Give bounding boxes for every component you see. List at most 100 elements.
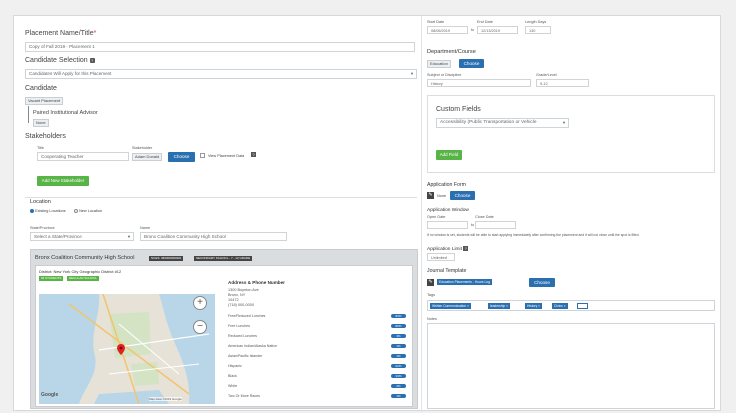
regular-school-badge: REGULAR SCHOOL (67, 276, 100, 281)
application-window-note: If no window is set, students will be ab… (427, 233, 640, 237)
stakeholder-label: Stakeholder (132, 146, 153, 150)
tags-input[interactable]: Written Communication × leadership × His… (427, 300, 715, 311)
state-province-label: State/Province (30, 226, 55, 230)
help-icon[interactable]: ? (463, 246, 469, 251)
stat-row: Two Or More Races 1% (228, 394, 406, 400)
end-date-label: End Date (477, 20, 493, 24)
length-days-label: Length Days (525, 20, 547, 24)
placement-name-input[interactable]: Copy of Fall 2019 - Placement 1 (25, 42, 415, 52)
help-icon[interactable]: ? (251, 152, 256, 157)
custom-fields-select[interactable]: Accessibility (Public Transportation or … (436, 118, 569, 128)
stakeholder-value-tag: Adam Donald (132, 153, 163, 161)
custom-fields-label: Custom Fields (436, 106, 481, 113)
stakeholder-choose-button[interactable]: Choose (168, 152, 195, 162)
map-zoom-in-button[interactable]: + (193, 296, 207, 310)
stat-row: White 2% (228, 384, 406, 390)
advisor-none-tag: None (33, 119, 49, 127)
start-date-input[interactable]: 08/06/2019 (427, 26, 468, 34)
edit-icon[interactable]: ✎ (427, 192, 434, 199)
tree-connector (28, 106, 30, 123)
stat-row: American Indian/Alaska Native 1% (228, 344, 406, 350)
school-name: Bronx Coalition Community High School (35, 255, 135, 261)
stat-row: Reduced Lunches 3% (228, 334, 406, 340)
tag-chip[interactable]: Written Communication × (430, 303, 472, 309)
location-name-label: Name (140, 226, 151, 230)
location-name-input[interactable]: Bronx Coalition Community High School (140, 232, 287, 241)
edit-icon[interactable]: ✎ (427, 279, 434, 286)
add-stakeholder-button[interactable]: Add New Stakeholder (37, 176, 89, 186)
custom-fields-panel: Custom Fields Accessibility (Public Tran… (427, 95, 715, 173)
journal-template-label: Journal Template (427, 268, 467, 274)
stat-row: Asian/Pacific Islander 1% (228, 354, 406, 360)
application-limit-label: Application Limit ? (427, 246, 469, 252)
state-province-select[interactable]: Select a State/Province ▼ (30, 232, 134, 241)
window-separator: to (471, 223, 475, 227)
placement-name-label: Placement Name/Title* (25, 30, 97, 37)
application-limit-input[interactable]: Unlimited (427, 253, 455, 261)
tag-chip[interactable]: Civics × (552, 303, 568, 309)
school-district: District: New York City Geographic Distr… (39, 269, 122, 274)
view-placement-data-checkbox[interactable] (200, 153, 205, 158)
divider (25, 197, 417, 198)
school-type-badge: SECONDARY SCHOOL - 7 - 12 GRADE (194, 256, 253, 261)
department-tag: Education (427, 60, 451, 68)
open-date-input[interactable] (427, 221, 468, 229)
radio-selected-icon (30, 209, 34, 213)
stakeholder-title-input[interactable]: Cooperating Teacher (37, 152, 129, 161)
paired-advisor-label: Paired Institutional Advisor (33, 110, 98, 116)
school-details-panel: District: New York City Geographic Distr… (35, 265, 413, 407)
grade-label: Grade/Level (536, 73, 557, 77)
notes-label: Notes (427, 317, 437, 321)
nces-badge: NCES: 360000000000 (149, 256, 184, 261)
school-card: Bronx Coalition Community High School NC… (30, 249, 418, 409)
application-form-label: Application Form (427, 182, 466, 188)
add-field-button[interactable]: Add Field (436, 150, 462, 160)
journal-template-tag: Education Placements - Hours Log (437, 279, 492, 285)
students-badge: 92 STUDENTS (39, 276, 64, 281)
placement-editor: Placement Name/Title* Copy of Fall 2019 … (13, 15, 721, 412)
tags-label: Tags (427, 293, 436, 297)
stakeholder-title-label: Title (37, 146, 45, 150)
stat-row: Free Lunches 80% (228, 324, 406, 330)
address-block: 1300 Boynton Ave Bronx, NY 10472 (718) 0… (228, 288, 259, 308)
candidate-label: Candidate (25, 85, 57, 92)
location-existing-option[interactable]: Existing Locations (30, 209, 66, 213)
end-date-input[interactable]: 12/13/2019 (477, 26, 518, 34)
chevron-down-icon: ▼ (562, 120, 566, 126)
map-zoom-out-button[interactable]: − (193, 320, 207, 334)
application-window-label: Application Window (427, 208, 469, 213)
journal-choose-button[interactable]: Choose (529, 278, 555, 287)
notes-textarea[interactable] (427, 323, 715, 409)
demographics-list: Free/Reduced Lunches 83% Free Lunches 80% … (228, 314, 406, 404)
department-choose-button[interactable]: Choose (459, 59, 484, 68)
application-form-choose-button[interactable]: Choose (450, 191, 475, 200)
subject-input[interactable]: History (427, 79, 531, 87)
phone-number: (718) 000-0000 (228, 303, 254, 307)
department-label: Department/Course (427, 49, 476, 55)
candidate-selection-select[interactable]: Candidates Will Apply for this Placement… (25, 69, 417, 79)
location-new-option[interactable]: New Location (74, 209, 102, 213)
close-date-input[interactable] (475, 221, 516, 229)
map-marker-icon[interactable] (117, 342, 125, 355)
grade-input[interactable]: 9-12 (536, 79, 589, 87)
location-label: Location (30, 199, 51, 205)
tag-chip[interactable]: leadership × (488, 303, 511, 309)
column-divider (421, 16, 422, 412)
stat-row: Black 33% (228, 374, 406, 380)
tag-entry[interactable] (577, 303, 588, 309)
chevron-down-icon: ▼ (127, 234, 131, 239)
date-separator: to (471, 28, 475, 32)
tag-chip[interactable]: History × (525, 303, 543, 309)
application-form-value: None (437, 194, 447, 198)
candidate-selection-label: Candidate Selection ? (25, 57, 95, 64)
subject-label: Subject or Discipline (427, 73, 462, 77)
address-title: Address & Phone Number (228, 280, 285, 285)
stat-row: Hispanic 62% (228, 364, 406, 370)
chevron-down-icon: ▼ (410, 71, 414, 76)
close-date-label: Close Date (475, 215, 494, 219)
help-icon[interactable]: ? (89, 58, 95, 63)
length-days-input[interactable]: 130 (525, 26, 551, 34)
school-map[interactable]: + − Google Map data ©2019 Google (39, 294, 215, 404)
start-date-label: Start Date (427, 20, 445, 24)
radio-icon (74, 209, 78, 213)
